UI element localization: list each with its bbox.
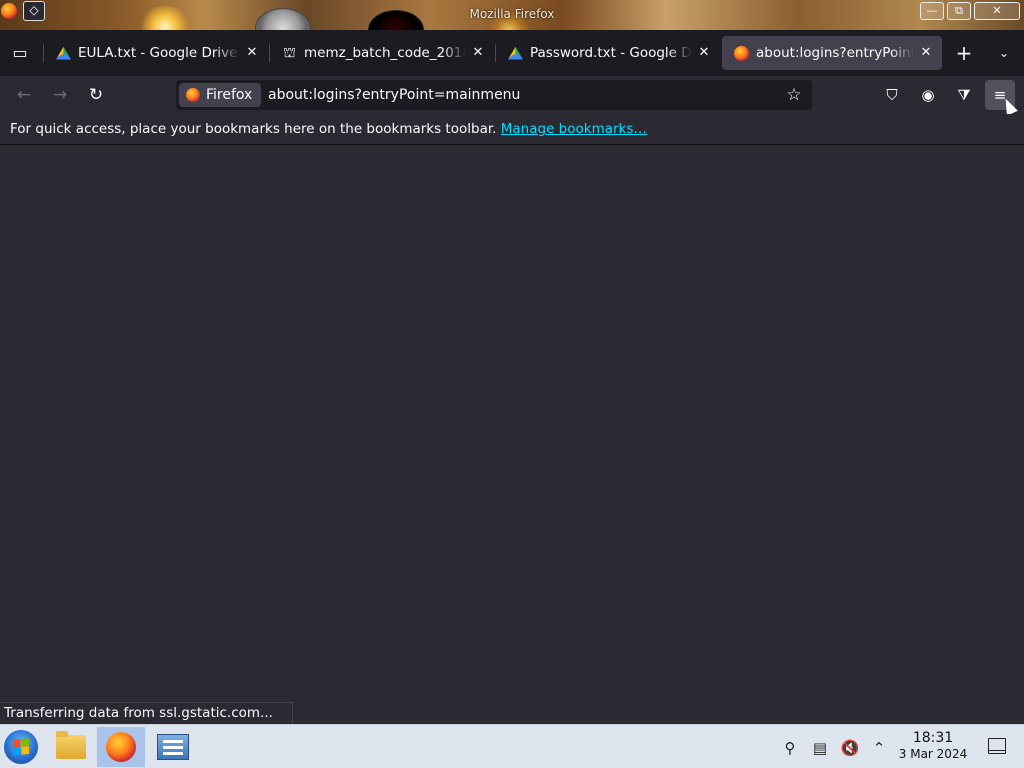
windows-logo-icon xyxy=(13,738,29,756)
tab-label: Password.txt - Google Dr xyxy=(530,45,692,61)
usb-icon[interactable]: ⚲ xyxy=(779,737,801,759)
tab-memz[interactable]: ⛫ memz_batch_code_2018 ✕ xyxy=(270,36,494,70)
tab-label: about:logins?entryPoint= xyxy=(756,45,914,61)
url-bar[interactable]: Firefox ☆ xyxy=(176,80,812,110)
firefox-icon xyxy=(106,732,136,762)
firefox-icon xyxy=(734,46,749,61)
show-desktop-icon[interactable] xyxy=(988,738,1006,754)
taskbar-control-panel[interactable] xyxy=(148,727,196,767)
taskbar-file-manager[interactable] xyxy=(46,727,94,767)
firefox-icon xyxy=(186,88,200,102)
clock-time: 18:31 xyxy=(912,730,954,746)
tab-eula[interactable]: EULA.txt - Google Drive ✕ xyxy=(44,36,268,70)
close-tab-icon[interactable]: ✕ xyxy=(468,43,488,63)
folder-icon xyxy=(56,731,86,759)
control-panel-icon xyxy=(157,734,189,760)
tab-strip: ▭ EULA.txt - Google Drive ✕ ⛫ memz_batch… xyxy=(0,30,1024,76)
account-icon[interactable]: ◉ xyxy=(913,80,943,110)
taskbar-firefox[interactable] xyxy=(97,727,145,767)
bookmarks-toolbar: For quick access, place your bookmarks h… xyxy=(0,114,1024,145)
status-panel: Transferring data from ssl.gstatic.com..… xyxy=(0,702,293,724)
list-all-tabs-button[interactable]: ⌄ xyxy=(990,40,1018,66)
google-drive-icon xyxy=(56,46,71,60)
window-titlebar[interactable]: ◇ Mozilla Firefox — ⧉ ✕ xyxy=(0,0,1024,30)
new-tab-button[interactable]: + xyxy=(950,40,978,66)
minimize-button[interactable]: — xyxy=(920,2,944,20)
bookmarks-toolbar-message: For quick access, place your bookmarks h… xyxy=(10,121,497,137)
maximize-button[interactable]: ⧉ xyxy=(947,2,971,20)
close-tab-icon[interactable]: ✕ xyxy=(916,43,936,63)
tab-label: memz_batch_code_2018 xyxy=(304,45,466,61)
window-title: Mozilla Firefox xyxy=(469,7,555,21)
start-button[interactable] xyxy=(4,730,38,764)
close-tab-icon[interactable]: ✕ xyxy=(242,43,262,63)
clock-date: 3 Mar 2024 xyxy=(898,747,968,761)
tab-password[interactable]: Password.txt - Google Dr ✕ xyxy=(496,36,720,70)
tray-expand-icon[interactable]: ⌃ xyxy=(868,737,890,759)
google-drive-icon xyxy=(508,46,523,60)
close-window-button[interactable]: ✕ xyxy=(974,2,1020,20)
tab-label: EULA.txt - Google Drive xyxy=(78,45,238,61)
manage-bookmarks-link[interactable]: Manage bookmarks… xyxy=(501,121,647,137)
page-content xyxy=(0,145,1024,724)
clipboard-icon[interactable]: ▤ xyxy=(809,737,831,759)
close-tab-icon[interactable]: ✕ xyxy=(694,43,714,63)
volume-muted-icon[interactable]: 🔇 xyxy=(839,737,861,759)
clock[interactable]: 18:31 3 Mar 2024 xyxy=(892,729,974,762)
bank-icon: ⛫ xyxy=(283,45,296,61)
forward-button[interactable]: → xyxy=(44,79,76,111)
extensions-icon[interactable]: ⧩ xyxy=(949,80,979,110)
identity-label: Firefox xyxy=(206,87,253,103)
back-button[interactable]: ← xyxy=(8,79,40,111)
pocket-icon[interactable]: ⛉ xyxy=(877,80,907,110)
url-input[interactable] xyxy=(268,80,768,110)
nav-toolbar: ← → ↻ Firefox ☆ ⛉ ◉ ⧩ ≡ xyxy=(0,76,1024,114)
bookmark-star-icon[interactable]: ☆ xyxy=(782,83,806,107)
reload-button[interactable]: ↻ xyxy=(80,79,112,111)
taskbar: ⚲ ▤ 🔇 ⌃ 18:31 3 Mar 2024 xyxy=(0,724,1024,768)
tab-about-logins[interactable]: about:logins?entryPoint= ✕ xyxy=(722,36,942,70)
identity-box[interactable]: Firefox xyxy=(179,83,261,107)
firefox-view-icon[interactable]: ▭ xyxy=(6,40,34,66)
